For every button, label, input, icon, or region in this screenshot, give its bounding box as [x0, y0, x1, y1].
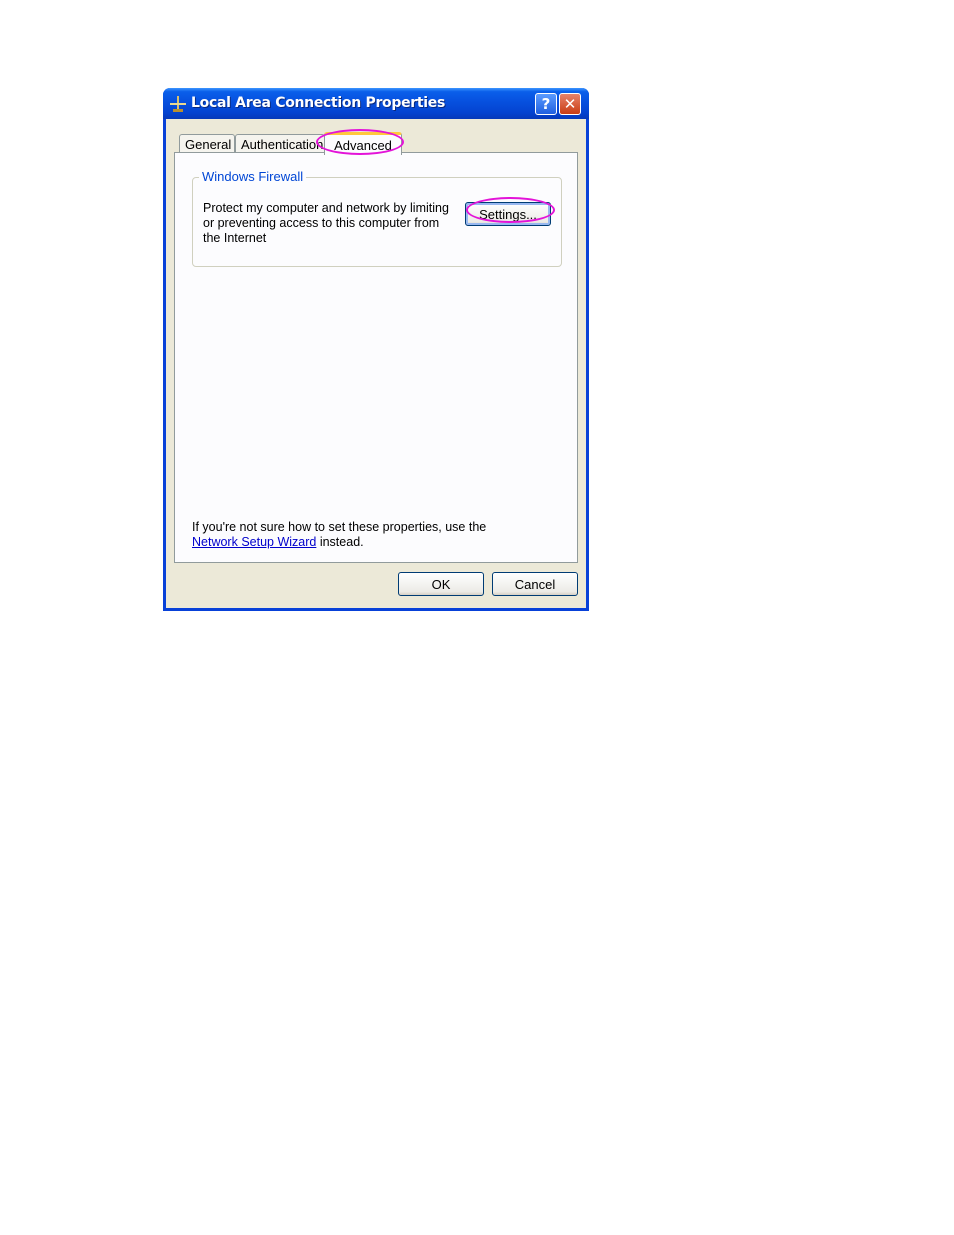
window-title: Local Area Connection Properties [191, 95, 446, 111]
network-setup-wizard-link[interactable]: Network Setup Wizard [192, 535, 316, 549]
close-button[interactable]: ✕ [559, 93, 581, 115]
properties-dialog: Local Area Connection Properties ? ✕ Gen… [163, 88, 589, 611]
tab-panel-advanced: Windows Firewall Protect my computer and… [174, 152, 578, 563]
network-connection-icon [170, 96, 186, 112]
tab-advanced[interactable]: Advanced [324, 132, 402, 155]
cancel-button[interactable]: Cancel [492, 572, 578, 596]
note-suffix: instead. [316, 535, 364, 549]
firewall-description: Protect my computer and network by limit… [203, 201, 449, 245]
tab-general[interactable]: General [179, 134, 235, 154]
help-button[interactable]: ? [535, 93, 557, 115]
windows-firewall-group: Windows Firewall Protect my computer and… [192, 169, 562, 267]
note-prefix: If you're not sure how to set these prop… [192, 520, 487, 534]
tab-authentication[interactable]: Authentication [235, 134, 325, 154]
ok-button[interactable]: OK [398, 572, 484, 596]
help-note: If you're not sure how to set these prop… [192, 520, 532, 550]
group-label: Windows Firewall [199, 169, 307, 184]
settings-button[interactable]: Settings... [465, 202, 551, 226]
title-bar[interactable]: Local Area Connection Properties ? ✕ [163, 88, 589, 119]
